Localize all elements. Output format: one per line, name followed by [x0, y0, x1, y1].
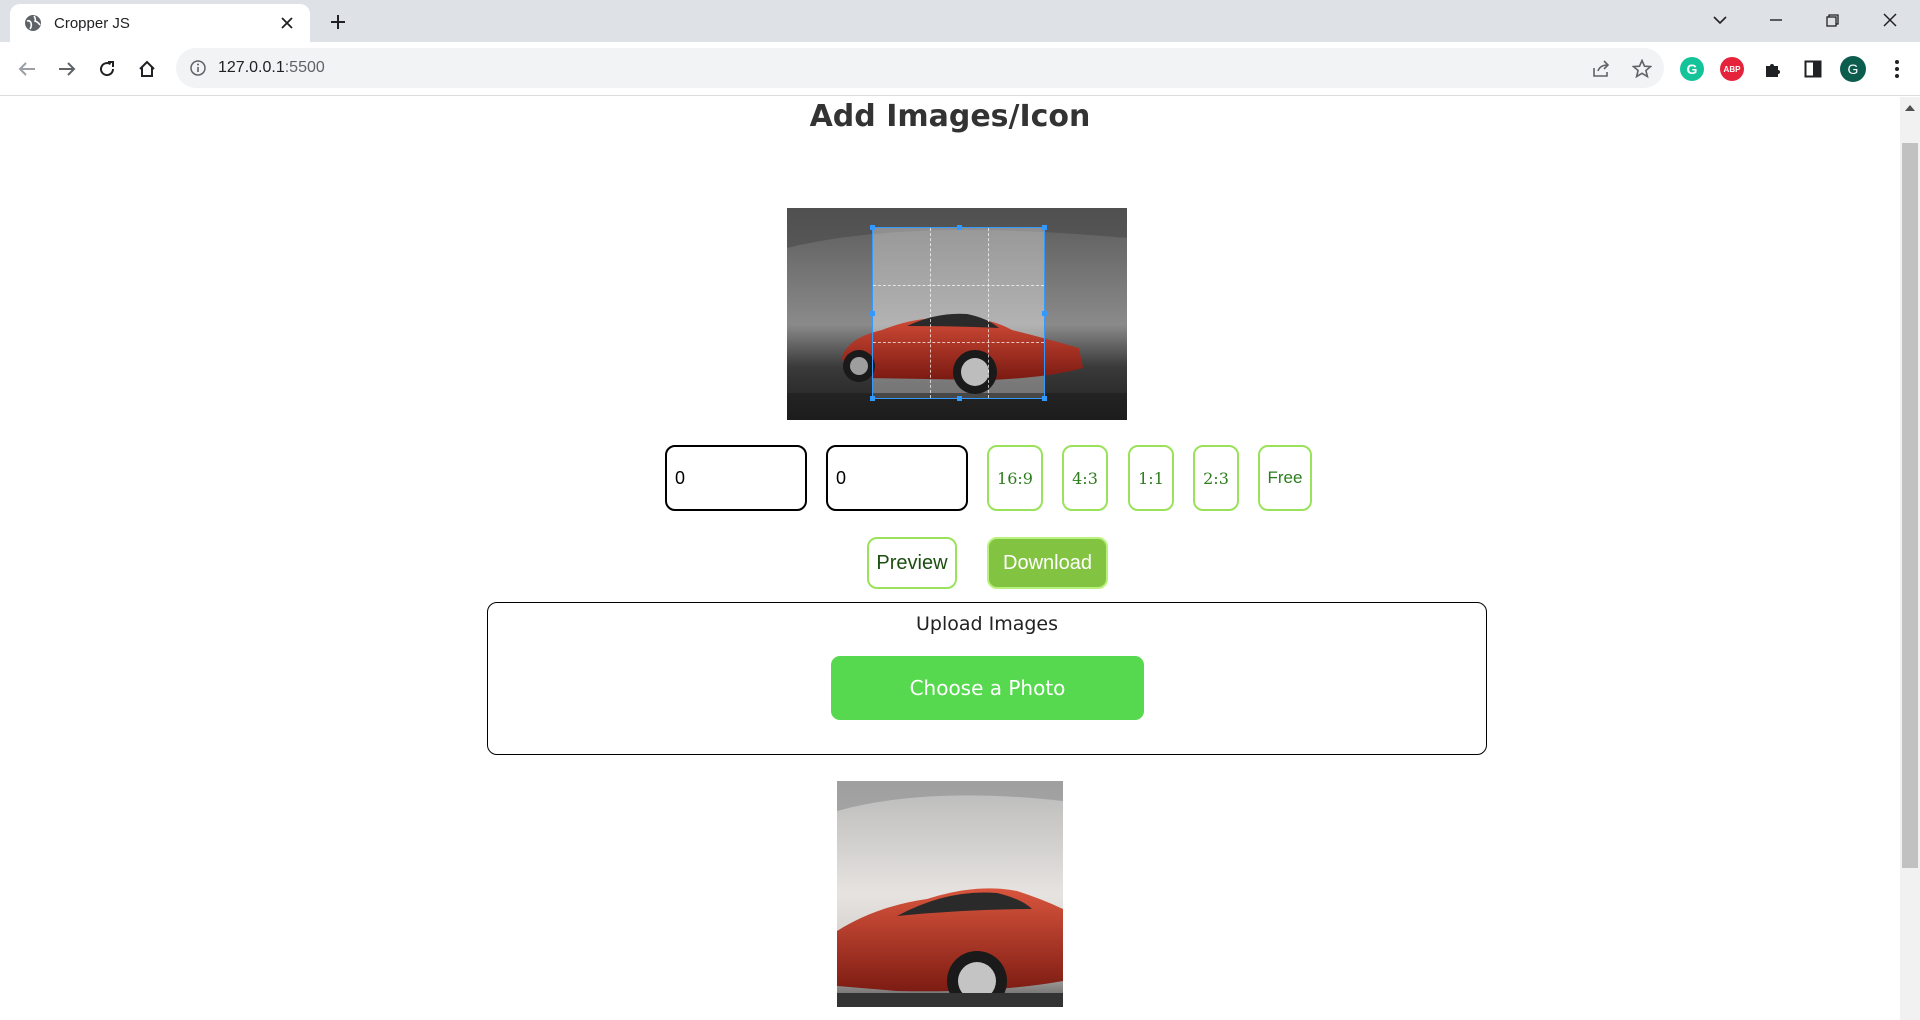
browser-tab[interactable]: Cropper JS [10, 4, 310, 42]
address-bar[interactable]: 127.0.0.1:5500 [176, 48, 1664, 88]
back-arrow-icon[interactable] [12, 54, 42, 84]
globe-icon [24, 14, 42, 32]
bookmark-star-icon[interactable] [1630, 57, 1654, 81]
site-info-icon[interactable] [188, 58, 208, 78]
url-text: 127.0.0.1:5500 [218, 59, 325, 77]
page-title: Add Images/Icon [809, 99, 1091, 134]
crop-guide-line [930, 228, 931, 398]
crop-handle-w[interactable] [870, 311, 875, 316]
tab-strip: Cropper JS [0, 0, 1920, 42]
crop-handle-ne[interactable] [1042, 225, 1047, 230]
profile-avatar[interactable]: G [1840, 56, 1866, 82]
ratio-1-1-button[interactable]: 1:1 [1128, 445, 1174, 511]
page-viewport: Add Images/Icon 0 0 16:9 4:3 1:1 2:3 Fre… [0, 97, 1900, 1020]
crop-handle-s[interactable] [957, 396, 962, 401]
ratio-2-3-button[interactable]: 2:3 [1193, 445, 1239, 511]
side-panel-icon[interactable] [1800, 56, 1826, 82]
browser-menu-icon[interactable] [1884, 56, 1910, 82]
crop-canvas[interactable] [787, 208, 1127, 420]
browser-toolbar: 127.0.0.1:5500 G ABP G [0, 42, 1920, 96]
restore-icon[interactable] [1804, 0, 1860, 40]
choose-photo-button[interactable]: Choose a Photo [831, 656, 1144, 720]
ratio-free-button[interactable]: Free [1258, 445, 1312, 511]
scrollbar-thumb[interactable] [1902, 143, 1918, 868]
ratio-16-9-button[interactable]: 16:9 [987, 445, 1043, 511]
share-icon[interactable] [1590, 57, 1614, 81]
crop-guide-line [873, 285, 1044, 286]
crop-handle-sw[interactable] [870, 396, 875, 401]
crop-handle-se[interactable] [1042, 396, 1047, 401]
home-icon[interactable] [132, 54, 162, 84]
height-input[interactable] [826, 445, 968, 511]
crop-selection-box[interactable] [870, 225, 1047, 401]
download-button[interactable]: Download [987, 537, 1108, 589]
new-tab-icon[interactable] [325, 9, 351, 35]
crop-handle-nw[interactable] [870, 225, 875, 230]
reload-icon[interactable] [92, 54, 122, 84]
close-tab-icon[interactable] [276, 12, 298, 34]
grammarly-extension-icon[interactable]: G [1680, 57, 1704, 81]
forward-arrow-icon[interactable] [52, 54, 82, 84]
ratio-4-3-button[interactable]: 4:3 [1062, 445, 1108, 511]
crop-handle-n[interactable] [957, 225, 962, 230]
url-host: 127.0.0.1 [218, 59, 285, 76]
page-scrollbar[interactable] [1900, 97, 1920, 1020]
minimize-icon[interactable] [1748, 0, 1804, 40]
crop-handle-e[interactable] [1042, 311, 1047, 316]
crop-guide-line [873, 342, 1044, 343]
upload-panel: Upload Images Choose a Photo [487, 602, 1487, 755]
width-input[interactable] [665, 445, 807, 511]
scroll-up-arrow-icon[interactable] [1905, 105, 1915, 111]
cropped-preview-image [837, 781, 1063, 1007]
close-window-icon[interactable] [1862, 0, 1918, 40]
upload-label: Upload Images [915, 613, 1059, 635]
extensions-puzzle-icon[interactable] [1760, 56, 1786, 82]
adblock-extension-icon[interactable]: ABP [1720, 57, 1744, 81]
tab-search-icon[interactable] [1692, 0, 1748, 40]
preview-button[interactable]: Preview [867, 537, 957, 589]
url-port: :5500 [284, 59, 325, 76]
crop-guide-line [988, 228, 989, 398]
tab-title: Cropper JS [54, 14, 130, 32]
